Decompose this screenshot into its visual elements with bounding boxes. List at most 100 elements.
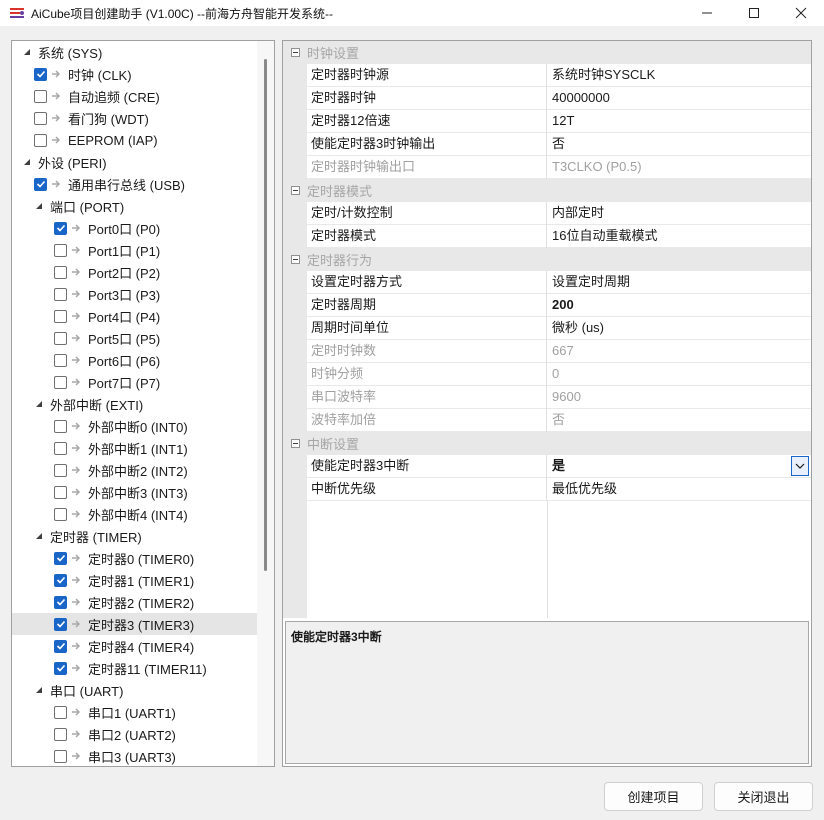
tree-checkbox[interactable] (54, 331, 67, 345)
property-row[interactable]: 使能定时器3中断是 (283, 455, 811, 478)
tree-checkbox[interactable] (54, 243, 67, 257)
tree-item[interactable]: 串口 (UART) (12, 679, 257, 701)
tree-item[interactable]: 看门狗 (WDT) (12, 107, 257, 129)
tree-item[interactable]: 定时器2 (TIMER2) (12, 591, 257, 613)
property-category[interactable]: 定时器行为 (283, 248, 811, 271)
tree-item[interactable]: 定时器4 (TIMER4) (12, 635, 257, 657)
tree-item[interactable]: 外设 (PERI) (12, 151, 257, 173)
expand-triangle-icon[interactable] (22, 47, 32, 57)
tree-item[interactable]: 端口 (PORT) (12, 195, 257, 217)
expand-triangle-icon[interactable] (34, 399, 44, 409)
close-exit-button[interactable]: 关闭退出 (714, 782, 813, 811)
tree-checkbox[interactable] (54, 419, 67, 433)
tree-item[interactable]: 外部中断 (EXTI) (12, 393, 257, 415)
property-row[interactable]: 中断优先级 最低优先级 (283, 478, 811, 501)
tree-checkbox[interactable] (54, 507, 67, 521)
property-row[interactable]: 设置定时器方式 设置定时周期 (283, 271, 811, 294)
property-category[interactable]: 时钟设置 (283, 41, 811, 64)
tree-item[interactable]: 定时器0 (TIMER0) (12, 547, 257, 569)
tree-checkbox[interactable] (34, 89, 47, 103)
tree-checkbox[interactable] (54, 551, 67, 565)
tree-item[interactable]: 串口2 (UART2) (12, 723, 257, 745)
tree-item[interactable]: 串口1 (UART1) (12, 701, 257, 723)
tree-checkbox[interactable] (34, 67, 47, 81)
tree-item[interactable]: Port6口 (P6) (12, 349, 257, 371)
tree-item[interactable]: 定时器1 (TIMER1) (12, 569, 257, 591)
property-row[interactable]: 定时器模式 16位自动重载模式 (283, 225, 811, 248)
property-row[interactable]: 周期时间单位 微秒 (us) (283, 317, 811, 340)
tree-checkbox[interactable] (54, 265, 67, 279)
tree-item[interactable]: 外部中断1 (INT1) (12, 437, 257, 459)
collapse-minus-icon[interactable] (283, 48, 307, 57)
tree-checkbox[interactable] (54, 309, 67, 323)
tree-item[interactable]: EEPROM (IAP) (12, 129, 257, 151)
minimize-button[interactable] (684, 0, 730, 26)
tree-checkbox[interactable] (54, 375, 67, 389)
tree-checkbox[interactable] (54, 661, 67, 675)
tree-checkbox[interactable] (54, 749, 67, 763)
tree-item[interactable]: 自动追频 (CRE) (12, 85, 257, 107)
collapse-minus-icon[interactable] (283, 255, 307, 264)
property-value[interactable]: 12T (552, 110, 807, 133)
property-value[interactable]: 系统时钟SYSCLK (552, 64, 807, 87)
tree-scrollbar[interactable] (257, 41, 274, 766)
tree-checkbox[interactable] (54, 287, 67, 301)
tree-checkbox[interactable] (54, 639, 67, 653)
property-grid[interactable]: 时钟设置 定时器时钟源 系统时钟SYSCLK 定时器时钟 40000000 定时器12倍速… (282, 40, 812, 767)
property-row[interactable]: 定时器12倍速 12T (283, 110, 811, 133)
property-value[interactable]: 内部定时 (552, 202, 807, 225)
tree-checkbox[interactable] (54, 727, 67, 741)
tree-checkbox[interactable] (54, 705, 67, 719)
expand-triangle-icon[interactable] (34, 685, 44, 695)
expand-triangle-icon[interactable] (34, 531, 44, 541)
tree-item[interactable]: 定时器3 (TIMER3) (12, 613, 257, 635)
property-row[interactable]: 定时/计数控制 内部定时 (283, 202, 811, 225)
tree-item[interactable]: Port3口 (P3) (12, 283, 257, 305)
tree-item[interactable]: 外部中断4 (INT4) (12, 503, 257, 525)
tree-item[interactable]: 时钟 (CLK) (12, 63, 257, 85)
property-row[interactable]: 使能定时器3时钟输出否 (283, 133, 811, 156)
tree-item[interactable]: 通用串行总线 (USB) (12, 173, 257, 195)
collapse-minus-icon[interactable] (283, 186, 307, 195)
tree-checkbox[interactable] (54, 485, 67, 499)
tree-checkbox[interactable] (34, 133, 47, 147)
property-category[interactable]: 中断设置 (283, 432, 811, 455)
peripheral-tree[interactable]: 系统 (SYS) 时钟 (CLK) 自动追频 (CRE) 看门狗 (WDT) EEPRO… (11, 40, 275, 767)
tree-item[interactable]: 串口3 (UART3) (12, 745, 257, 766)
property-category[interactable]: 定时器模式 (283, 179, 811, 202)
property-value[interactable]: 200 (552, 294, 807, 317)
tree-item[interactable]: 定时器 (TIMER) (12, 525, 257, 547)
tree-checkbox[interactable] (54, 617, 67, 631)
tree-item[interactable]: 外部中断2 (INT2) (12, 459, 257, 481)
tree-item[interactable]: Port2口 (P2) (12, 261, 257, 283)
tree-checkbox[interactable] (54, 441, 67, 455)
property-value[interactable]: 设置定时周期 (552, 271, 807, 294)
tree-item[interactable]: 系统 (SYS) (12, 41, 257, 63)
tree-scrollbar-thumb[interactable] (264, 59, 267, 571)
tree-item[interactable]: Port7口 (P7) (12, 371, 257, 393)
property-row[interactable]: 定时器时钟源 系统时钟SYSCLK (283, 64, 811, 87)
property-value[interactable]: 40000000 (552, 87, 807, 110)
tree-item[interactable]: Port0口 (P0) (12, 217, 257, 239)
property-value[interactable]: 最低优先级 (552, 478, 807, 501)
tree-item[interactable]: 外部中断0 (INT0) (12, 415, 257, 437)
expand-triangle-icon[interactable] (22, 157, 32, 167)
property-value[interactable]: 微秒 (us) (552, 317, 807, 340)
tree-checkbox[interactable] (54, 463, 67, 477)
tree-checkbox[interactable] (54, 573, 67, 587)
dropdown-button[interactable] (791, 456, 809, 476)
expand-triangle-icon[interactable] (34, 201, 44, 211)
tree-item[interactable]: Port5口 (P5) (12, 327, 257, 349)
tree-checkbox[interactable] (54, 595, 67, 609)
tree-checkbox[interactable] (34, 177, 47, 191)
collapse-minus-icon[interactable] (283, 439, 307, 448)
property-value[interactable]: 否 (552, 133, 807, 156)
tree-item[interactable]: 外部中断3 (INT3) (12, 481, 257, 503)
property-value[interactable]: 16位自动重载模式 (552, 225, 807, 248)
close-button[interactable] (778, 0, 824, 26)
maximize-button[interactable] (731, 0, 777, 26)
create-project-button[interactable]: 创建项目 (604, 782, 703, 811)
tree-item[interactable]: Port1口 (P1) (12, 239, 257, 261)
tree-checkbox[interactable] (34, 111, 47, 125)
tree-checkbox[interactable] (54, 221, 67, 235)
